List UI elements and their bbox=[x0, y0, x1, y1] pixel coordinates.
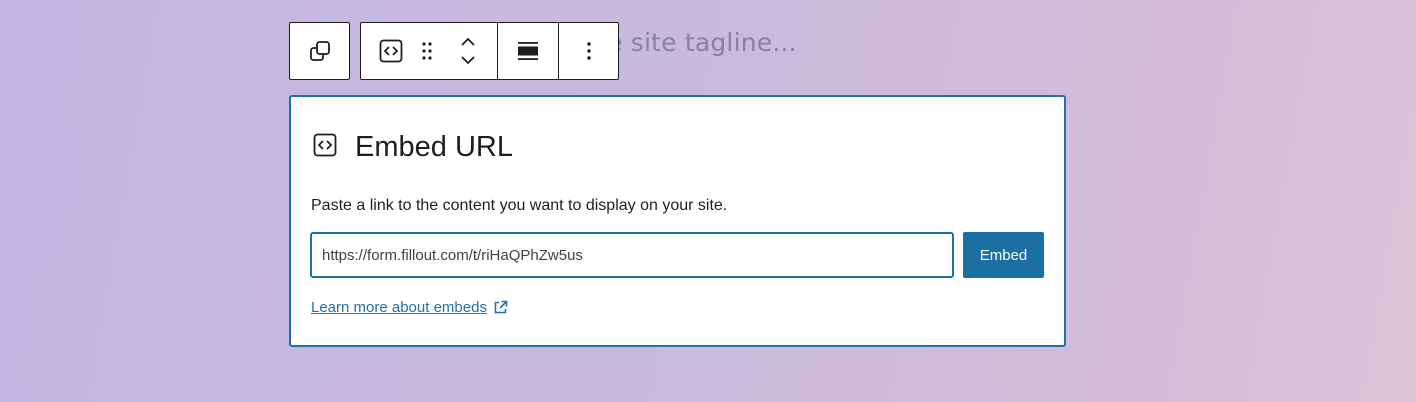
chevron-down-icon[interactable] bbox=[460, 55, 476, 65]
embed-url-input[interactable] bbox=[310, 232, 954, 278]
block-transform-icon bbox=[309, 40, 331, 62]
embed-title: Embed URL bbox=[355, 131, 513, 163]
block-toolbar-main-group bbox=[360, 22, 619, 80]
block-transform-button[interactable] bbox=[290, 23, 349, 79]
learn-more-row: Learn more about embeds bbox=[311, 299, 508, 316]
align-wide-icon bbox=[518, 42, 538, 60]
embed-block-type-button[interactable] bbox=[361, 23, 421, 79]
drag-handle[interactable] bbox=[421, 23, 439, 79]
chevron-up-icon[interactable] bbox=[460, 37, 476, 47]
embed-button[interactable]: Embed bbox=[963, 232, 1044, 278]
drag-handle-icon bbox=[421, 41, 433, 61]
align-button[interactable] bbox=[497, 23, 558, 79]
external-link-icon bbox=[493, 300, 508, 315]
site-tagline-placeholder: e site tagline... bbox=[607, 28, 797, 57]
block-toolbar-transform-group bbox=[289, 22, 350, 80]
embed-code-icon bbox=[379, 39, 403, 63]
block-options-button[interactable] bbox=[558, 23, 618, 79]
embed-placeholder-card: Embed URL Paste a link to the content yo… bbox=[289, 95, 1066, 347]
embed-header: Embed URL bbox=[313, 131, 513, 164]
embed-instructions: Paste a link to the content you want to … bbox=[311, 197, 728, 214]
move-buttons bbox=[439, 23, 497, 79]
embed-code-icon bbox=[313, 133, 337, 162]
learn-more-link[interactable]: Learn more about embeds bbox=[311, 299, 487, 316]
more-vertical-icon bbox=[586, 41, 592, 61]
